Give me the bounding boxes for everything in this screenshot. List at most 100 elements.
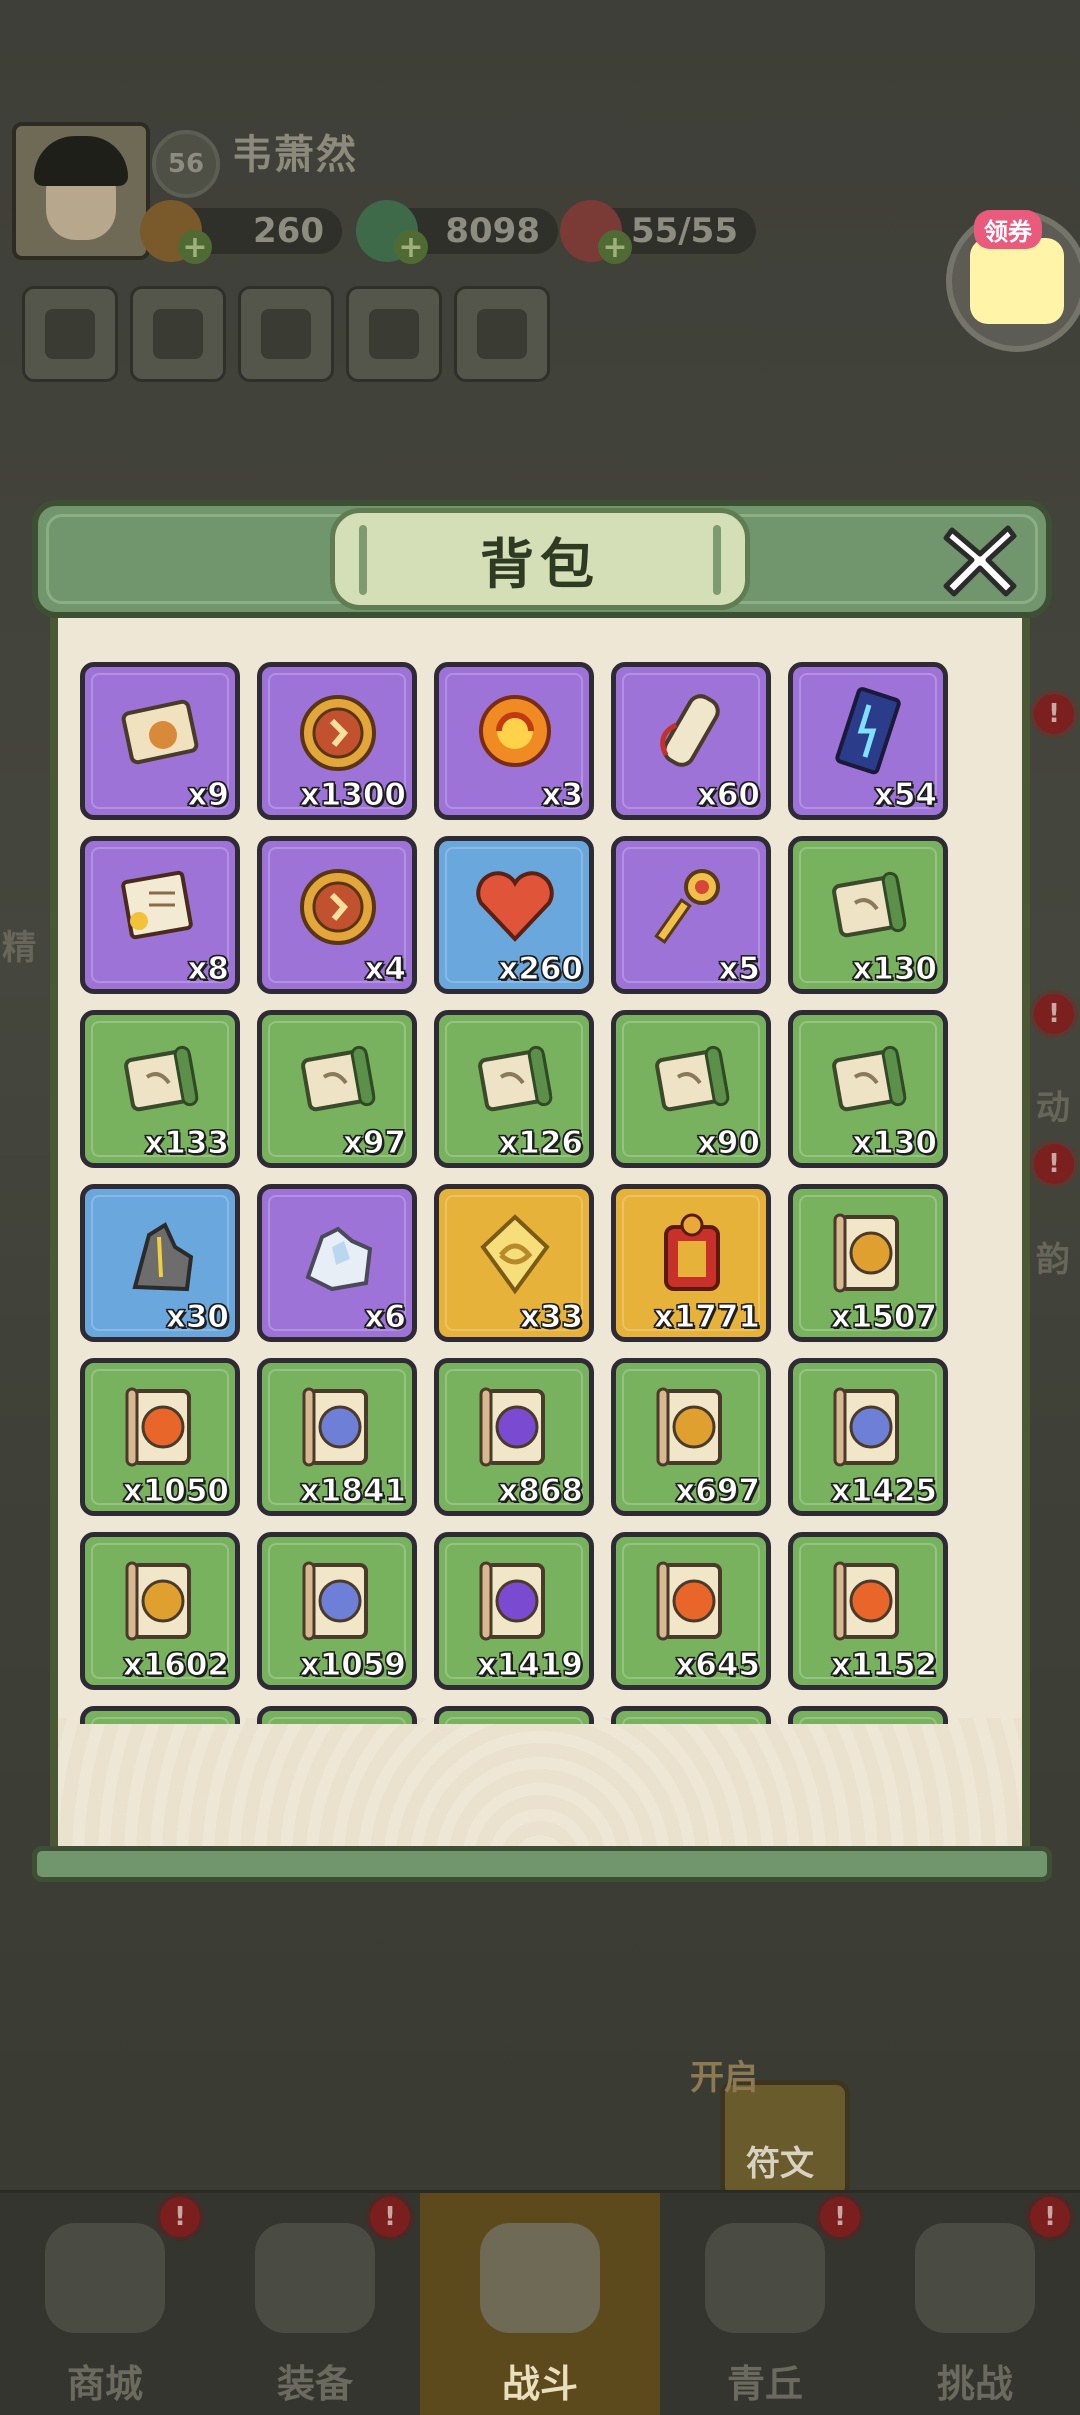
bag-item-slot[interactable]: x6 <box>257 1184 417 1342</box>
shop-icon <box>45 2223 165 2333</box>
bag-item-slot[interactable] <box>257 1706 417 1724</box>
rune-open-label: 开启 <box>690 2058 758 2098</box>
resource-mushroom[interactable]: + 260 <box>140 200 342 265</box>
green-scroll-icon <box>124 1045 199 1112</box>
ghost-skill-scroll-icon <box>302 1387 368 1467</box>
resource-peach[interactable]: + 55/55 <box>560 200 756 265</box>
menu-button-ranking[interactable] <box>130 286 226 382</box>
bag-item-slot[interactable] <box>434 1706 594 1724</box>
points-token-icon <box>664 1213 720 1291</box>
iron-ore-icon <box>132 1222 194 1292</box>
slot-inner-border <box>268 1717 406 1724</box>
dragon-plate-icon <box>480 1214 550 1295</box>
roar-skill-scroll-icon <box>125 1561 191 1641</box>
item-count: x54 <box>873 777 937 814</box>
bag-item-slot[interactable]: x30 <box>80 1184 240 1342</box>
bag-item-slot[interactable]: x126 <box>434 1010 594 1168</box>
player-avatar[interactable] <box>12 122 150 260</box>
menu-button-cards[interactable] <box>22 286 118 382</box>
bag-item-slot[interactable] <box>80 1706 240 1724</box>
wave-pattern <box>58 1718 1022 1848</box>
bag-item-slot[interactable] <box>788 1706 948 1724</box>
heart-icon <box>476 871 554 942</box>
item-count: x1152 <box>830 1647 937 1684</box>
alert-icon: ! <box>156 2193 204 2241</box>
magnifier-icon <box>477 309 527 359</box>
bag-item-slot[interactable]: x1507 <box>788 1184 948 1342</box>
bag-item-slot[interactable]: x130 <box>788 836 948 994</box>
bag-item-slot[interactable]: x1419 <box>434 1532 594 1690</box>
menu-button-settings[interactable] <box>238 286 334 382</box>
bag-item-slot[interactable]: x1771 <box>611 1184 771 1342</box>
bag-item-slot[interactable]: x97 <box>257 1010 417 1168</box>
bag-item-slot[interactable]: x1050 <box>80 1358 240 1516</box>
item-count: x1602 <box>122 1647 229 1684</box>
nav-challenge[interactable]: 挑战 ! <box>870 2193 1080 2415</box>
rune-button[interactable]: 开启 符文 <box>690 2050 880 2210</box>
add-dragon-plus-icon[interactable]: + <box>394 230 428 265</box>
rune-label: 符文 <box>746 2144 814 2184</box>
bag-item-slot[interactable]: x1425 <box>788 1358 948 1516</box>
bag-item-slot[interactable]: x4 <box>257 836 417 994</box>
bag-item-slot[interactable]: x54 <box>788 662 948 820</box>
player-name: 韦萧然 <box>232 132 358 178</box>
item-count: x133 <box>144 1125 230 1162</box>
slot-inner-border <box>445 1717 583 1724</box>
item-count: x5 <box>718 951 761 988</box>
bag-item-slot[interactable]: x3 <box>434 662 594 820</box>
nav-qingqiu[interactable]: 青丘 ! <box>660 2193 870 2415</box>
add-peach-plus-icon[interactable]: + <box>598 230 632 265</box>
bag-item-slot[interactable]: x1152 <box>788 1532 948 1690</box>
nav-challenge-label: 挑战 <box>936 2362 1013 2406</box>
item-count: x3 <box>541 777 584 814</box>
helmet-icon <box>255 2223 375 2333</box>
bag-item-slot[interactable] <box>611 1706 771 1724</box>
menu-button-friends[interactable] <box>346 286 442 382</box>
item-count: x1507 <box>830 1299 937 1336</box>
item-count: x1050 <box>122 1473 229 1510</box>
bag-item-slot[interactable]: x90 <box>611 1010 771 1168</box>
nav-battle[interactable]: 战斗 <box>420 2193 660 2415</box>
nav-equipment[interactable]: 装备 ! <box>210 2193 420 2415</box>
bag-item-slot[interactable]: x133 <box>80 1010 240 1168</box>
item-count: x1059 <box>299 1647 406 1684</box>
bag-item-slot[interactable]: x130 <box>788 1010 948 1168</box>
crystal-ore-icon <box>305 1226 373 1292</box>
resource-dragon[interactable]: + 8098 <box>356 200 558 265</box>
slot-inner-border <box>799 1717 937 1724</box>
letter-book-icon <box>121 870 193 940</box>
close-button[interactable] <box>932 512 1028 608</box>
bag-item-slot[interactable]: x868 <box>434 1358 594 1516</box>
item-count: x90 <box>696 1125 760 1162</box>
bag-item-slot[interactable]: x60 <box>611 662 771 820</box>
fire-skill-scroll-icon <box>125 1387 191 1467</box>
bag-item-slot[interactable]: x260 <box>434 836 594 994</box>
green-scroll-icon <box>832 1045 907 1112</box>
menu-button-search[interactable] <box>454 286 550 382</box>
item-count: x60 <box>696 777 760 814</box>
bag-item-slot[interactable]: x697 <box>611 1358 771 1516</box>
nav-qingqiu-label: 青丘 <box>726 2362 803 2406</box>
bag-item-slot[interactable]: x1602 <box>80 1532 240 1690</box>
coupon-button[interactable]: 领券 <box>946 210 1080 352</box>
green-scroll-icon <box>301 1045 376 1112</box>
bag-item-slot[interactable]: x9 <box>80 662 240 820</box>
bag-item-slot[interactable]: x645 <box>611 1532 771 1690</box>
bag-item-slot[interactable]: x1841 <box>257 1358 417 1516</box>
bag-item-grid-viewport[interactable]: x9 x1300 x3 x60 x54 x8 x4 x260 x5 x130 x133 x97 x126… <box>80 662 1010 1724</box>
resource-mushroom-value: 260 <box>253 211 324 251</box>
item-count: x8 <box>187 951 230 988</box>
item-count: x260 <box>498 951 584 988</box>
resource-peach-value: 55/55 <box>630 211 738 251</box>
nav-shop[interactable]: 商城 ! <box>0 2193 210 2415</box>
bag-item-slot[interactable]: x1059 <box>257 1532 417 1690</box>
bag-item-slot[interactable]: x1300 <box>257 662 417 820</box>
add-mushroom-plus-icon[interactable]: + <box>178 230 212 265</box>
bottom-navigation: 商城 ! 装备 ! 战斗 青丘 ! 挑战 ! <box>0 2190 1080 2415</box>
alert-icon: ! <box>366 2193 414 2241</box>
bag-item-slot[interactable]: x5 <box>611 836 771 994</box>
item-count: x6 <box>364 1299 407 1336</box>
bag-item-slot[interactable]: x8 <box>80 836 240 994</box>
bag-item-slot[interactable]: x33 <box>434 1184 594 1342</box>
player-level-badge: 56 <box>152 130 220 198</box>
